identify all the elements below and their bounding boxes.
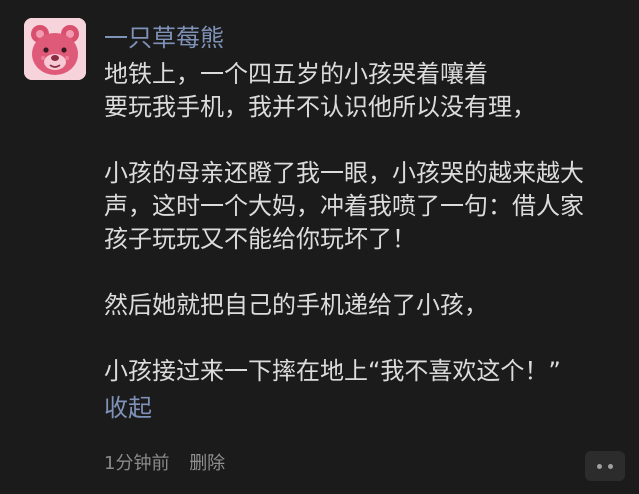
post-meta: 1分钟前 删除 — [104, 452, 225, 476]
paragraph: 然后她就把自己的手机递给了小孩， — [104, 289, 624, 322]
comment-post: 一只草莓熊 地铁上，一个四五岁的小孩哭着嚷着 要玩我手机，我并不认识他所以没有理… — [0, 0, 639, 494]
text-line: 声，这时一个大妈，冲着我喷了一句：借人家 — [104, 192, 584, 220]
delete-button[interactable]: 删除 — [189, 453, 225, 474]
text-line: 小孩的母亲还瞪了我一眼，小孩哭的越来越大 — [104, 159, 584, 187]
strawberry-bear-icon — [24, 18, 86, 80]
username[interactable]: 一只草莓熊 — [104, 22, 224, 54]
text-line: 然后她就把自己的手机递给了小孩， — [104, 291, 488, 319]
text-line: 孩子玩玩又不能给你玩坏了！ — [104, 225, 416, 253]
collapse-button[interactable]: 收起 — [104, 392, 152, 425]
text-line: 要玩我手机，我并不认识他所以没有理， — [104, 93, 536, 121]
text-line: 小孩接过来一下摔在地上“我不喜欢这个！” — [104, 357, 561, 385]
paragraph: 小孩的母亲还瞪了我一眼，小孩哭的越来越大 声，这时一个大妈，冲着我喷了一句：借人… — [104, 157, 624, 256]
more-button[interactable] — [585, 451, 625, 481]
timestamp: 1分钟前 — [104, 453, 170, 474]
text-line: 地铁上，一个四五岁的小孩哭着嚷着 — [104, 60, 488, 88]
paragraph: 小孩接过来一下摔在地上“我不喜欢这个！” — [104, 355, 624, 388]
avatar[interactable] — [24, 18, 86, 80]
more-dots-icon — [594, 463, 616, 469]
paragraph: 地铁上，一个四五岁的小孩哭着嚷着 要玩我手机，我并不认识他所以没有理， — [104, 58, 624, 124]
post-content: 地铁上，一个四五岁的小孩哭着嚷着 要玩我手机，我并不认识他所以没有理， 小孩的母… — [104, 58, 624, 388]
